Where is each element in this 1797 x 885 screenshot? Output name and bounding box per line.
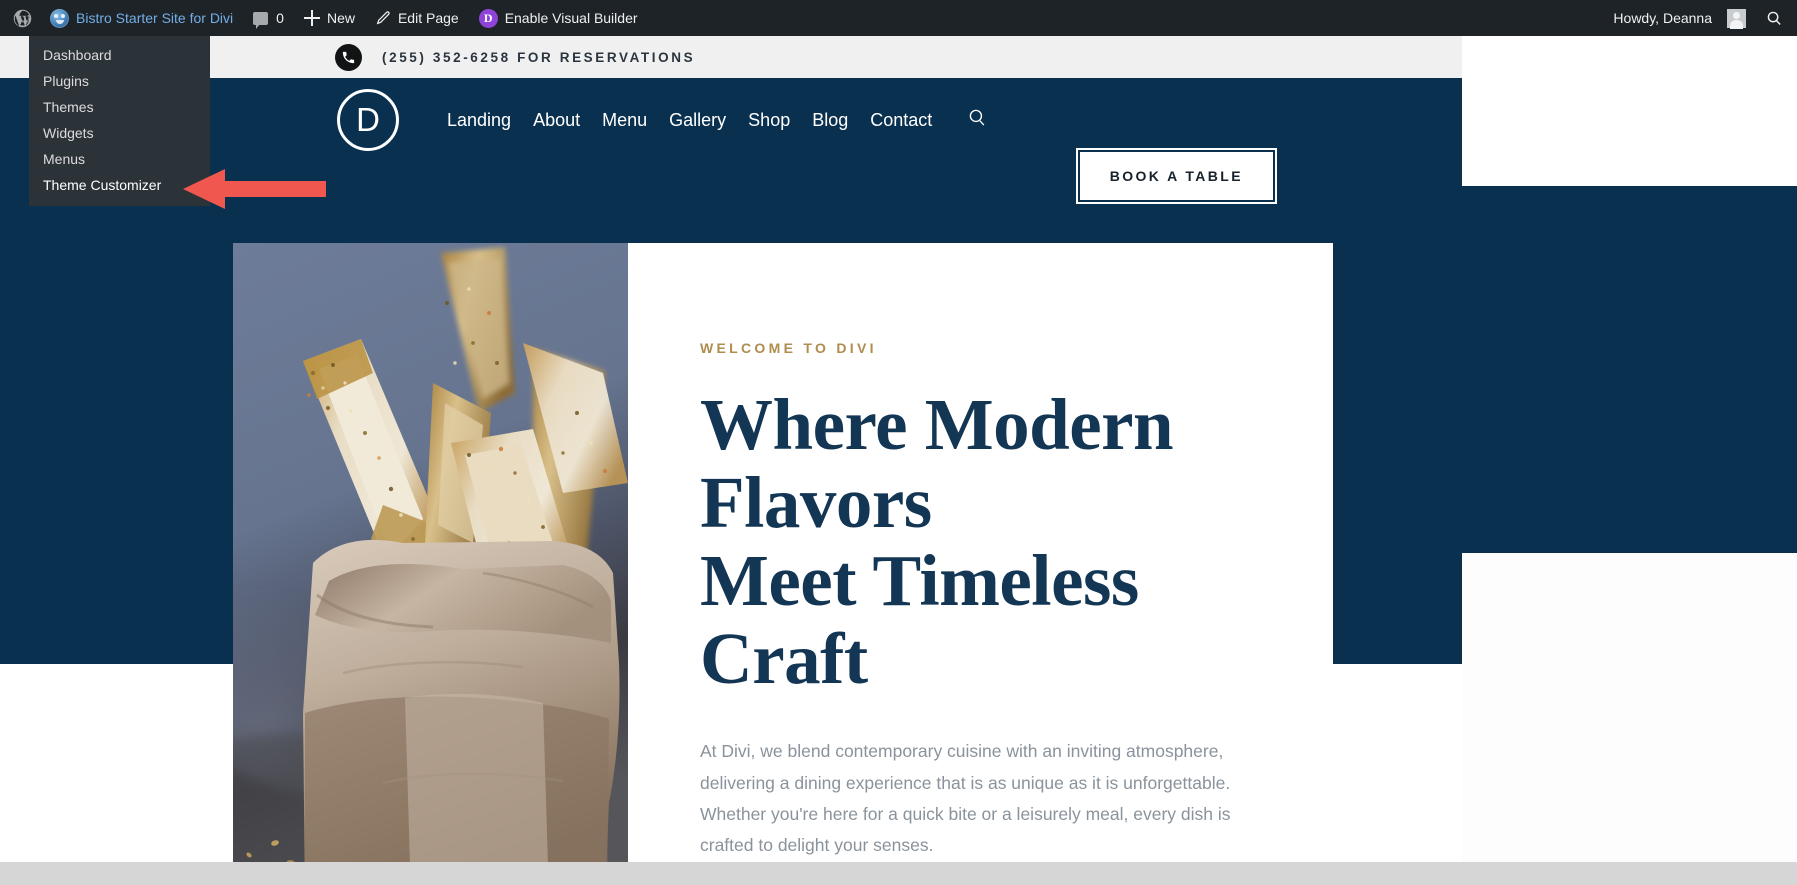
edit-page-label: Edit Page — [397, 10, 459, 26]
annotation-arrow-icon — [181, 167, 326, 211]
search-icon[interactable] — [1756, 0, 1797, 36]
page-title: Where Modern Flavors Meet Timeless Craft — [700, 384, 1243, 700]
phone-icon — [335, 43, 362, 71]
enable-visual-builder-button[interactable]: D Enable Visual Builder — [469, 0, 648, 36]
dropdown-item-dashboard[interactable]: Dashboard — [29, 42, 210, 68]
right-bottom-white-panel — [1462, 553, 1797, 885]
bottom-grey-strip — [0, 862, 1797, 885]
comment-count: 0 — [276, 10, 284, 26]
wp-admin-bar: Bistro Starter Site for Divi 0 New Edit … — [0, 0, 1797, 36]
edit-page-button[interactable]: Edit Page — [365, 0, 469, 36]
hero-content-card: WELCOME TO DIVI Where Modern Flavors Mee… — [233, 243, 1333, 862]
site-topbar: (255) 352-6258 FOR RESERVATIONS — [0, 36, 1462, 78]
nav-item-contact[interactable]: Contact — [870, 110, 932, 131]
dropdown-item-themes[interactable]: Themes — [29, 94, 210, 120]
divi-icon: D — [478, 8, 498, 28]
nav-item-gallery[interactable]: Gallery — [669, 110, 726, 131]
new-label: New — [326, 10, 355, 26]
wordpress-logo-icon[interactable] — [0, 0, 44, 36]
nav-item-menu[interactable]: Menu — [602, 110, 647, 131]
nav-item-about[interactable]: About — [533, 110, 580, 131]
pencil-icon — [375, 10, 391, 26]
hero-food-image — [233, 243, 628, 862]
site-header-nav: D Landing About Menu Gallery Shop Blog C… — [0, 78, 1462, 204]
dropdown-item-plugins[interactable]: Plugins — [29, 68, 210, 94]
topbar-inner: (255) 352-6258 FOR RESERVATIONS — [335, 43, 695, 71]
hero-eyebrow: WELCOME TO DIVI — [700, 340, 877, 356]
my-account-menu[interactable]: Howdy, Deanna — [1603, 0, 1756, 36]
hero-paragraph: At Divi, we blend contemporary cuisine w… — [700, 741, 1231, 855]
dropdown-item-widgets[interactable]: Widgets — [29, 120, 210, 146]
comment-bubble-icon — [253, 11, 269, 29]
new-content-menu[interactable]: New — [294, 0, 365, 36]
hero-heading-line-2: Meet Timeless Craft — [700, 540, 1139, 700]
visual-builder-label: Enable Visual Builder — [504, 10, 638, 26]
avatar — [1727, 8, 1746, 29]
browser-page-content: (255) 352-6258 FOR RESERVATIONS D Landin… — [0, 36, 1462, 862]
site-icon — [50, 8, 69, 28]
nav-item-shop[interactable]: Shop — [748, 110, 790, 131]
nav-item-blog[interactable]: Blog — [812, 110, 848, 131]
hero-text-column: WELCOME TO DIVI Where Modern Flavors Mee… — [628, 243, 1333, 862]
nav-item-landing[interactable]: Landing — [447, 110, 511, 131]
search-icon[interactable] — [968, 108, 987, 132]
site-name-label: Bistro Starter Site for Divi — [76, 10, 234, 26]
howdy-label: Howdy, Deanna — [1613, 10, 1712, 26]
plus-icon — [303, 10, 320, 26]
site-logo[interactable]: D — [337, 89, 399, 151]
comments-menu[interactable]: 0 — [243, 0, 294, 36]
primary-navigation: Landing About Menu Gallery Shop Blog Con… — [447, 108, 987, 132]
phone-number-text[interactable]: (255) 352-6258 FOR RESERVATIONS — [382, 50, 695, 65]
right-blue-panel — [1462, 186, 1797, 553]
hero-heading-line-1: Where Modern Flavors — [700, 384, 1174, 544]
book-a-table-button[interactable]: BOOK A TABLE — [1075, 148, 1278, 204]
screenshot-stage: (255) 352-6258 FOR RESERVATIONS D Landin… — [0, 0, 1797, 885]
right-white-panel — [1462, 36, 1797, 186]
site-name-menu[interactable]: Bistro Starter Site for Divi — [44, 0, 243, 36]
